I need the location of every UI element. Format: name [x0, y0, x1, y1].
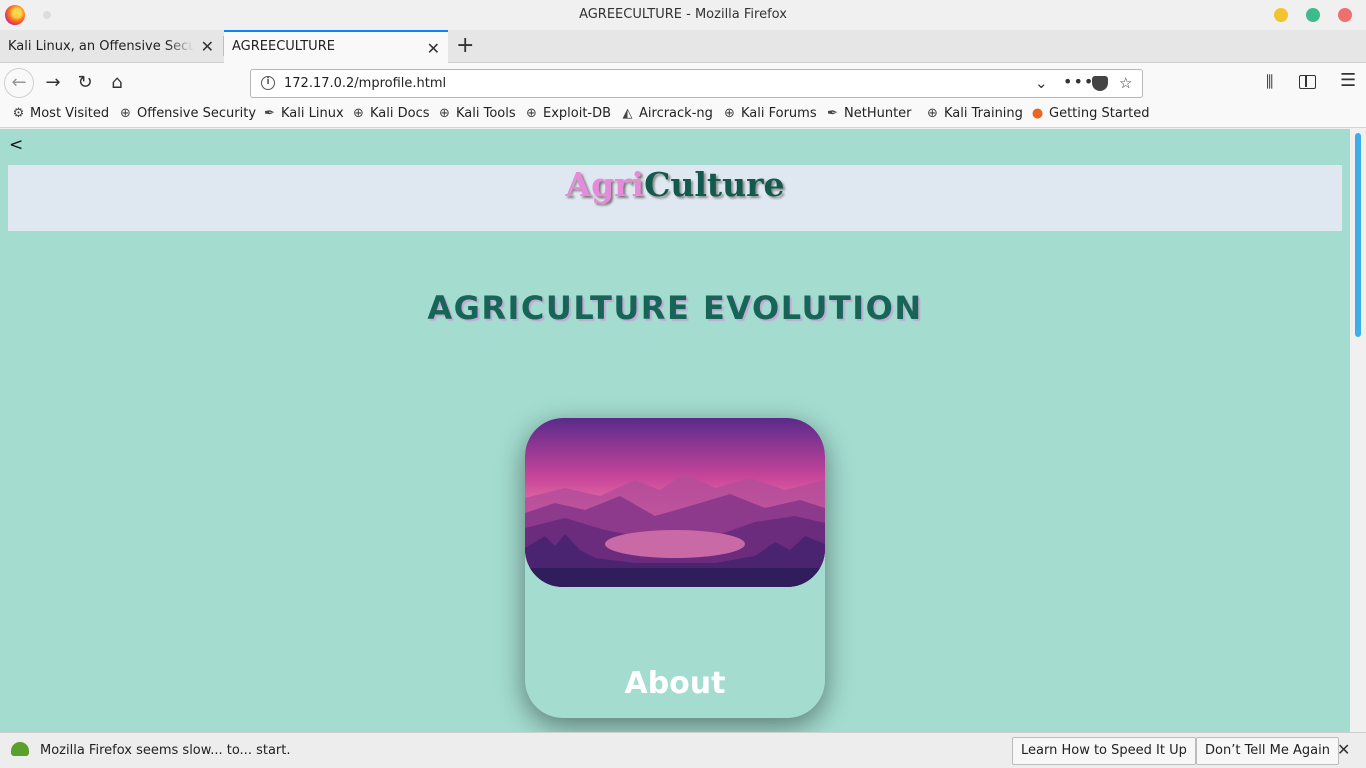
forward-button[interactable]: → — [41, 71, 65, 95]
notification-bar: Mozilla Firefox seems slow... to... star… — [0, 732, 1366, 768]
bookmark-kali-training[interactable]: ⊕ Kali Training — [925, 106, 1023, 121]
bookmark-exploit-db[interactable]: ⊕ Exploit-DB — [524, 106, 611, 121]
page-content: < AgriCulture AGRICULTURE EVOLUTION Abou… — [0, 129, 1350, 732]
vertical-scrollbar[interactable] — [1350, 129, 1366, 732]
pocket-icon[interactable] — [1092, 76, 1108, 91]
site-info-icon[interactable]: i — [261, 76, 275, 90]
bookmark-kali-forums[interactable]: ⊕ Kali Forums — [722, 106, 817, 121]
bookmark-offensive-security[interactable]: ⊕ Offensive Security — [118, 106, 256, 121]
close-icon[interactable]: ✕ — [201, 37, 214, 56]
tab-bar: Kali Linux, an Offensive Security ✕ AGRE… — [0, 30, 1366, 63]
chevron-down-icon[interactable]: ⌄ — [1035, 74, 1048, 92]
navigation-toolbar: ← → ↻ ⌂ i 172.17.0.2/mprofile.html ⌄ •••… — [0, 63, 1366, 103]
brand-logo: AgriCulture — [8, 165, 1342, 204]
card-label[interactable]: About — [525, 666, 825, 701]
brand-agri-text: Agri — [565, 165, 645, 204]
globe-icon: ⊕ — [353, 106, 364, 121]
bookmark-kali-docs[interactable]: ⊕ Kali Docs — [351, 106, 429, 121]
kali-dragon-icon: ✒ — [264, 106, 275, 121]
sidebar-icon[interactable] — [1299, 75, 1316, 89]
url-input[interactable]: 172.17.0.2/mprofile.html — [284, 76, 446, 91]
globe-icon: ⊕ — [724, 106, 735, 121]
gear-icon: ⚙ — [12, 106, 25, 121]
bookmarks-toolbar: ⚙ Most Visited ⊕ Offensive Security ✒ Kali … — [0, 103, 1366, 128]
kali-dragon-icon: ✒ — [827, 106, 838, 121]
tab-kali-linux[interactable]: Kali Linux, an Offensive Security ✕ — [0, 30, 222, 63]
new-tab-button[interactable]: + — [456, 33, 474, 58]
close-window-button[interactable] — [1338, 8, 1352, 22]
back-link[interactable]: < — [9, 135, 23, 155]
minimize-button[interactable] — [1274, 8, 1288, 22]
bookmark-getting-started[interactable]: ● Getting Started — [1030, 106, 1150, 121]
tab-label: AGREECULTURE — [232, 39, 335, 54]
brand-header: AgriCulture — [8, 165, 1342, 231]
window-title: AGREECULTURE - Mozilla Firefox — [579, 7, 787, 22]
bookmark-kali-tools[interactable]: ⊕ Kali Tools — [437, 106, 516, 121]
bookmark-star-icon[interactable]: ☆ — [1119, 74, 1132, 92]
page-headline: AGRICULTURE EVOLUTION — [427, 289, 923, 327]
close-icon[interactable]: ✕ — [1337, 740, 1350, 759]
globe-icon: ⊕ — [439, 106, 450, 121]
globe-icon: ⊕ — [526, 106, 537, 121]
turtle-icon — [11, 742, 29, 756]
notification-message: Mozilla Firefox seems slow... to... star… — [40, 743, 291, 758]
bookmark-nethunter[interactable]: ✒ NetHunter — [825, 106, 911, 121]
url-bar[interactable]: i 172.17.0.2/mprofile.html ⌄ ••• ☆ — [250, 69, 1143, 98]
bookmark-most-visited[interactable]: ⚙ Most Visited — [11, 106, 109, 121]
close-icon[interactable]: ✕ — [427, 39, 440, 58]
dont-tell-me-again-button[interactable]: Don’t Tell Me Again — [1196, 737, 1339, 765]
tab-agreeculture[interactable]: AGREECULTURE ✕ — [224, 30, 448, 63]
page-actions-icon[interactable]: ••• — [1063, 72, 1094, 91]
globe-icon: ⊕ — [120, 106, 131, 121]
home-button[interactable]: ⌂ — [105, 71, 129, 95]
bookmark-kali-linux[interactable]: ✒ Kali Linux — [262, 106, 344, 121]
maximize-button[interactable] — [1306, 8, 1320, 22]
brand-culture-text: Culture — [644, 165, 785, 204]
globe-icon: ⊕ — [927, 106, 938, 121]
card-landscape-image — [525, 418, 825, 587]
bookmark-aircrack-ng[interactable]: ◭ Aircrack-ng — [620, 106, 713, 121]
reload-button[interactable]: ↻ — [73, 71, 97, 95]
learn-speed-up-button[interactable]: Learn How to Speed It Up — [1012, 737, 1196, 765]
window-titlebar: AGREECULTURE - Mozilla Firefox — [0, 0, 1366, 30]
mountain-landscape-image — [525, 418, 825, 587]
aircrack-icon: ◭ — [622, 106, 633, 121]
firefox-icon: ● — [1031, 106, 1044, 121]
about-card[interactable]: About — [525, 418, 825, 718]
tab-label: Kali Linux, an Offensive Security — [8, 39, 194, 54]
hamburger-menu-icon[interactable]: ☰ — [1340, 70, 1356, 91]
back-button[interactable]: ← — [4, 68, 34, 98]
scrollbar-thumb[interactable] — [1355, 133, 1361, 337]
library-icon[interactable]: ⫼ — [1266, 72, 1273, 92]
